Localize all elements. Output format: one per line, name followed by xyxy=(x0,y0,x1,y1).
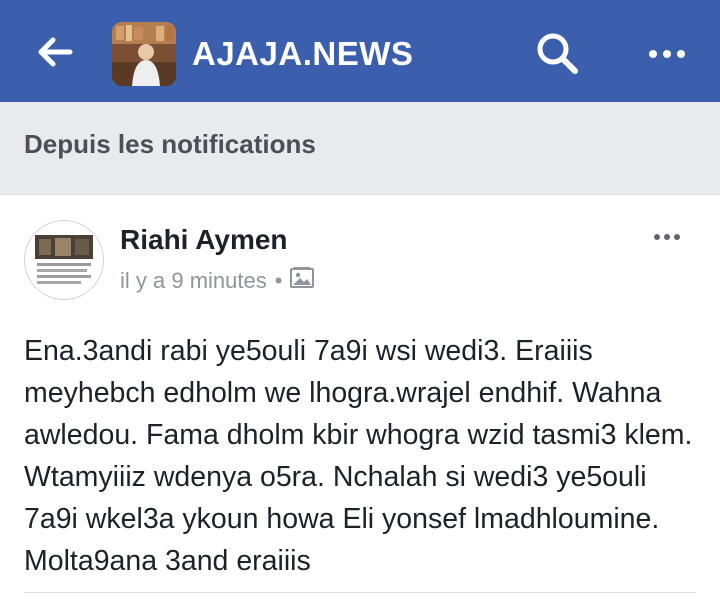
author-name[interactable]: Riahi Aymen xyxy=(120,220,288,260)
post-more-options-button[interactable] xyxy=(644,220,690,254)
meta-separator: • xyxy=(274,268,283,293)
back-button[interactable] xyxy=(30,34,80,74)
page-avatar[interactable] xyxy=(112,22,176,86)
post-divider xyxy=(24,592,696,593)
search-icon xyxy=(535,31,579,80)
back-arrow-icon xyxy=(37,37,73,72)
post-meta: il y a 9 minutes • xyxy=(120,264,315,298)
author-avatar[interactable] xyxy=(24,220,104,300)
notification-context-text: Depuis les notifications xyxy=(24,129,316,159)
page-title: AJAJA.NEWS xyxy=(192,35,414,72)
post-timestamp[interactable]: il y a 9 minutes xyxy=(120,264,267,298)
top-app-bar: AJAJA.NEWS xyxy=(0,0,720,102)
photo-album-icon xyxy=(290,264,315,298)
more-options-icon xyxy=(649,50,657,58)
more-options-icon xyxy=(654,234,660,240)
post-text: Ena.3andi rabi ye5ouli 7a9i wsi wedi3. E… xyxy=(24,335,693,577)
search-button[interactable] xyxy=(532,30,582,80)
more-options-button[interactable] xyxy=(638,34,696,74)
